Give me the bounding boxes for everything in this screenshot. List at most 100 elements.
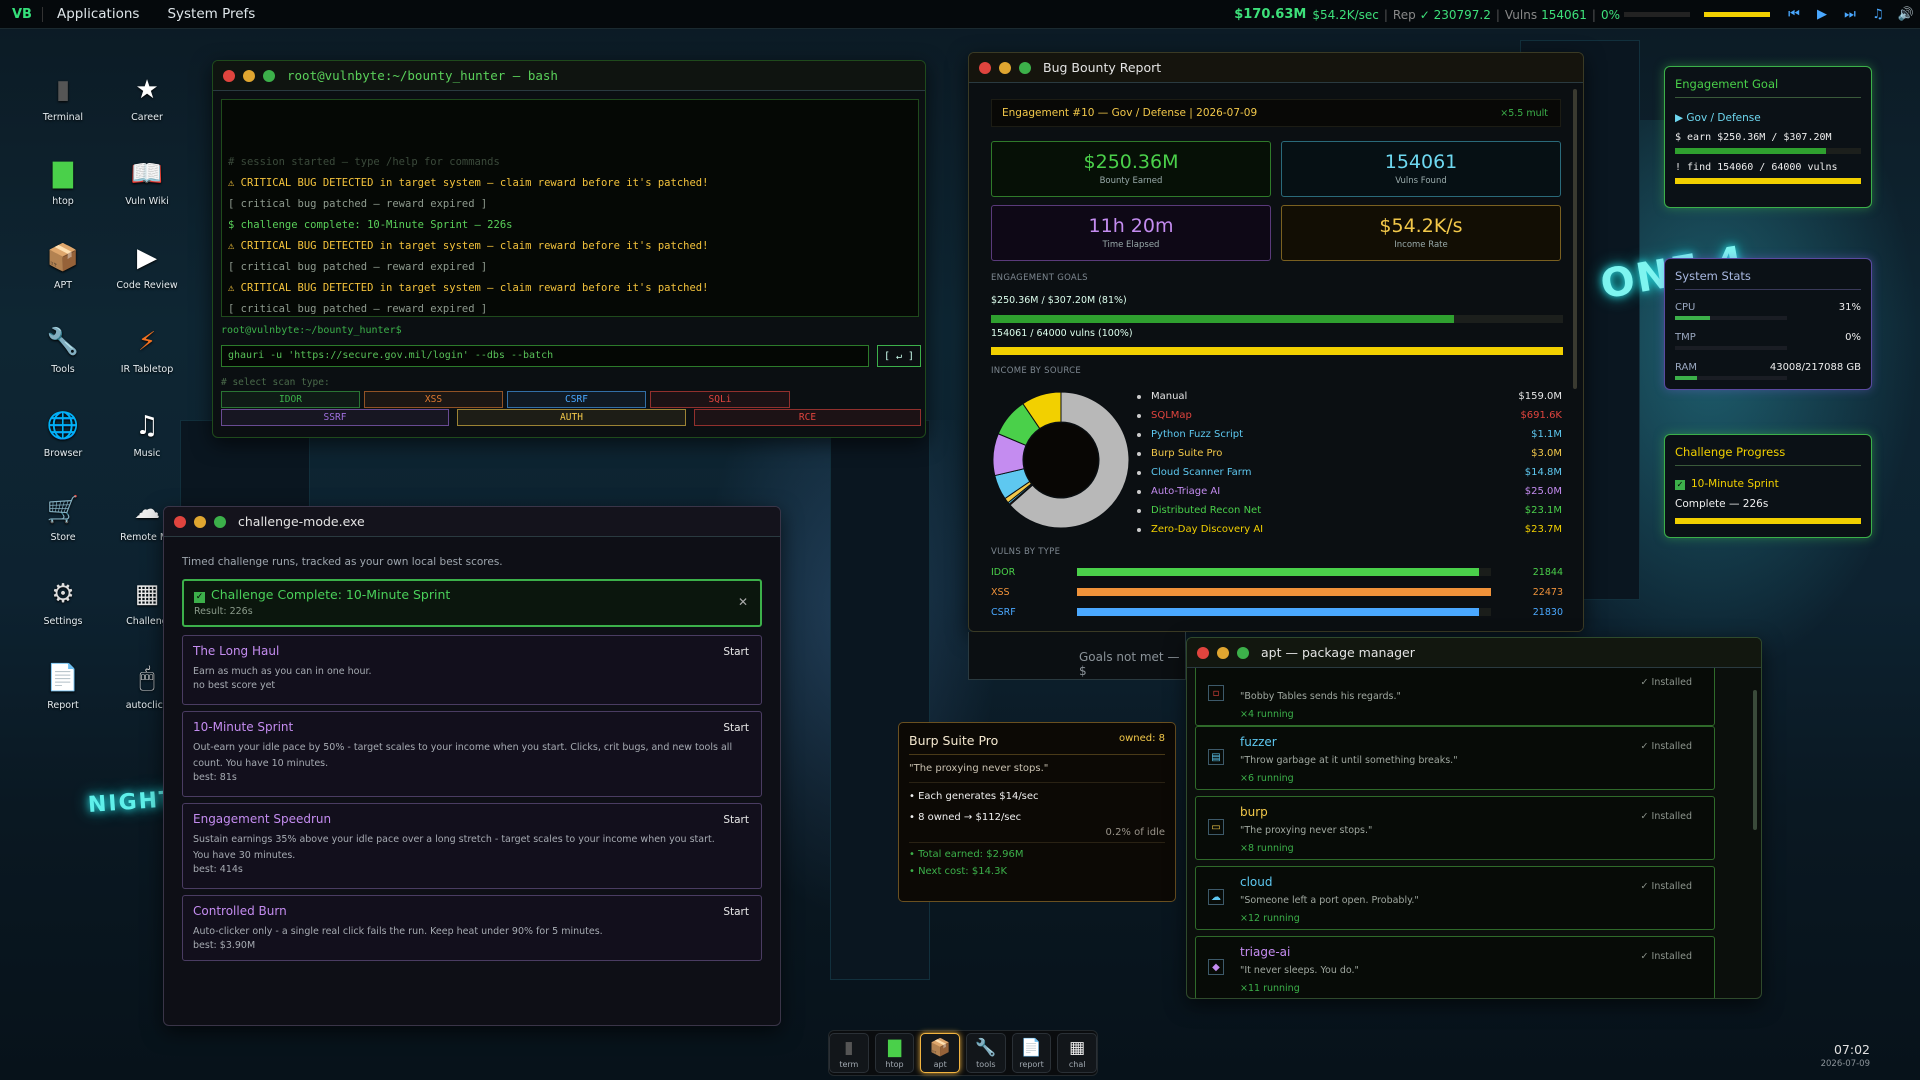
terminal-line: ⚠ CRITICAL BUG DETECTED in target system… [228,240,709,252]
package-icon: 📦 [46,243,80,273]
dock-item-report[interactable]: 📄 report [1011,1033,1052,1073]
goal-vulns-label: 154061 / 64000 vulns (100%) [991,328,1133,339]
legend-name: Cloud Scanner Farm [1151,467,1252,478]
legend-name: Manual [1151,391,1188,402]
maximize-icon[interactable] [263,69,275,82]
desktop-icon-vuln-wiki[interactable]: 📖 Vuln Wiki [107,156,187,207]
scan-button-xss[interactable]: XSS [364,391,503,408]
income-legend: Manual $159.0M SQLMap $691.6K Python Fuzz Sc… [1137,387,1562,539]
system-stats-panel: System Stats CPU 31% TMP 0% RAM 43008/217088 … [1664,258,1872,390]
maximize-icon[interactable] [1019,61,1031,74]
close-icon[interactable] [174,515,186,528]
dock-item-tools[interactable]: 🔧 tools [966,1033,1006,1073]
desktop-icon-store[interactable]: 🛒 Store [23,492,103,543]
menu-system-prefs[interactable]: System Prefs [153,6,269,22]
close-icon[interactable] [1197,646,1209,659]
scan-button-sqli[interactable]: SQLi [650,391,790,408]
minimize-icon[interactable] [999,61,1011,74]
scan-button-rce[interactable]: RCE [694,409,921,426]
desktop-icon-terminal[interactable]: ▮ Terminal [23,72,103,123]
desktop-icon-ir-tabletop[interactable]: ⚡ IR Tabletop [107,324,187,375]
scan-button-ssrf[interactable]: SSRF [221,409,449,426]
package-item[interactable]: ▫ "Bobby Tables sends his regards." ×4 run… [1195,668,1715,726]
run-button[interactable]: [ ↵ ] [877,345,921,367]
menu-applications[interactable]: Applications [43,6,153,22]
package-item[interactable]: ▭ burp "The proxying never stops." ×8 runni… [1195,796,1715,860]
maximize-icon[interactable] [1237,646,1249,659]
app-logo[interactable]: VB [0,6,43,22]
package-status: ✓ Installed [1640,741,1692,752]
volume-icon[interactable]: 🔊 [1896,5,1916,25]
panel-title: Challenge Progress [1675,445,1861,466]
dismiss-icon[interactable]: ✕ [738,595,748,609]
scrollbar[interactable] [1753,690,1757,830]
start-button[interactable]: Start [723,814,749,826]
apt-window[interactable]: apt — package manager ▫ "Bobby Tables sen… [1186,637,1762,999]
progress-bar [1704,12,1770,17]
minimize-icon[interactable] [194,515,206,528]
desktop-icon-code-review[interactable]: ▶ Code Review [107,240,187,291]
challenge-card: 10-Minute Sprint Out-earn your idle pace … [182,711,762,797]
package-item[interactable]: ◆ triage-ai "It never sleeps. You do." ×11 … [1195,936,1715,998]
desktop-icon-settings[interactable]: ⚙ Settings [23,576,103,627]
apt-titlebar[interactable]: apt — package manager [1187,638,1761,668]
maximize-icon[interactable] [214,515,226,528]
bounty-report-window[interactable]: Bug Bounty Report Engagement #10 — Gov /… [968,52,1584,632]
start-button[interactable]: Start [723,722,749,734]
vuln-bar [1077,608,1491,616]
desktop-icon-music[interactable]: ♫ Music [107,408,187,459]
money-readout: $170.63M [1234,7,1307,22]
package-item[interactable]: ☁ cloud "Someone left a port open. Probabl… [1195,866,1715,930]
desktop-icon-tools[interactable]: 🔧 Tools [23,324,103,375]
desktop-icon-browser[interactable]: 🌐 Browser [23,408,103,459]
music-note-icon[interactable]: ♫ [1868,5,1888,25]
terminal-titlebar[interactable]: root@vulnbyte:~/bounty_hunter — bash [213,61,925,91]
stat-income-rate: $54.2K/s Income Rate [1281,205,1561,261]
desktop-icon-report[interactable]: 📄 Report [23,660,103,711]
stat-row-tmp: TMP 0% [1675,332,1861,350]
desktop-icon-label: Settings [43,616,83,627]
scan-type-label: # select scan type: [221,377,330,388]
desktop-icon-apt[interactable]: 📦 APT [23,240,103,291]
panel-title: System Stats [1675,269,1861,290]
close-icon[interactable] [979,61,991,74]
terminal-line: ⚠ CRITICAL BUG DETECTED in target system… [228,177,709,189]
challenge-titlebar[interactable]: challenge-mode.exe [164,507,780,537]
close-icon[interactable] [223,69,235,82]
package-item[interactable]: ▤ fuzzer "Throw garbage at it until someth… [1195,726,1715,790]
dock-item-term[interactable]: ▮ term [828,1033,869,1073]
desktop-icon-htop[interactable]: ▇ htop [23,156,103,207]
start-button[interactable]: Start [723,646,749,658]
next-track-icon[interactable]: ⏭ [1840,5,1860,25]
desktop-icon-label: Code Review [116,280,178,291]
scan-button-csrf[interactable]: CSRF [507,391,646,408]
challenge-window[interactable]: challenge-mode.exe Timed challenge runs,… [163,506,781,1026]
terminal-window[interactable]: root@vulnbyte:~/bounty_hunter — bash # s… [212,60,926,438]
vuln-count: 21844 [1532,566,1563,578]
command-input[interactable]: ghauri -u 'https://secure.gov.mil/login'… [221,345,869,367]
report-titlebar[interactable]: Bug Bounty Report [969,53,1583,83]
stat-bar [1675,346,1787,350]
minimize-icon[interactable] [1217,646,1229,659]
scan-button-auth[interactable]: AUTH [457,409,686,426]
dock-item-htop[interactable]: ▇ htop [874,1033,915,1073]
scrollbar[interactable] [1573,89,1577,389]
scan-button-idor[interactable]: IDOR [221,391,360,408]
chart-icon: ▇ [887,1038,902,1058]
start-button[interactable]: Start [723,906,749,918]
stat-label: CPU [1675,302,1696,313]
desktop-icon-career[interactable]: ★ Career [107,72,187,123]
desktop-icon-label: Music [133,448,161,459]
top-bar: VB Applications System Prefs $170.63M $5… [0,0,1920,29]
vulns-heading: VULNS BY TYPE [991,547,1061,557]
dock-item-chal[interactable]: ▦ chal [1057,1033,1098,1073]
challenge-description: Sustain earnings 35% above your idle pac… [193,834,715,861]
desktop-icon-label: Browser [43,448,83,459]
play-icon[interactable]: ▶ [1812,5,1832,25]
prev-track-icon[interactable]: ⏮ [1784,5,1804,25]
minimize-icon[interactable] [243,69,255,82]
tooltip-owned: owned: 8 [1118,733,1165,744]
package-icon: ◆ [1208,959,1224,975]
dock-item-apt[interactable]: 📦 apt [920,1033,960,1073]
clock-date: 2026-07-09 [1820,1059,1870,1069]
